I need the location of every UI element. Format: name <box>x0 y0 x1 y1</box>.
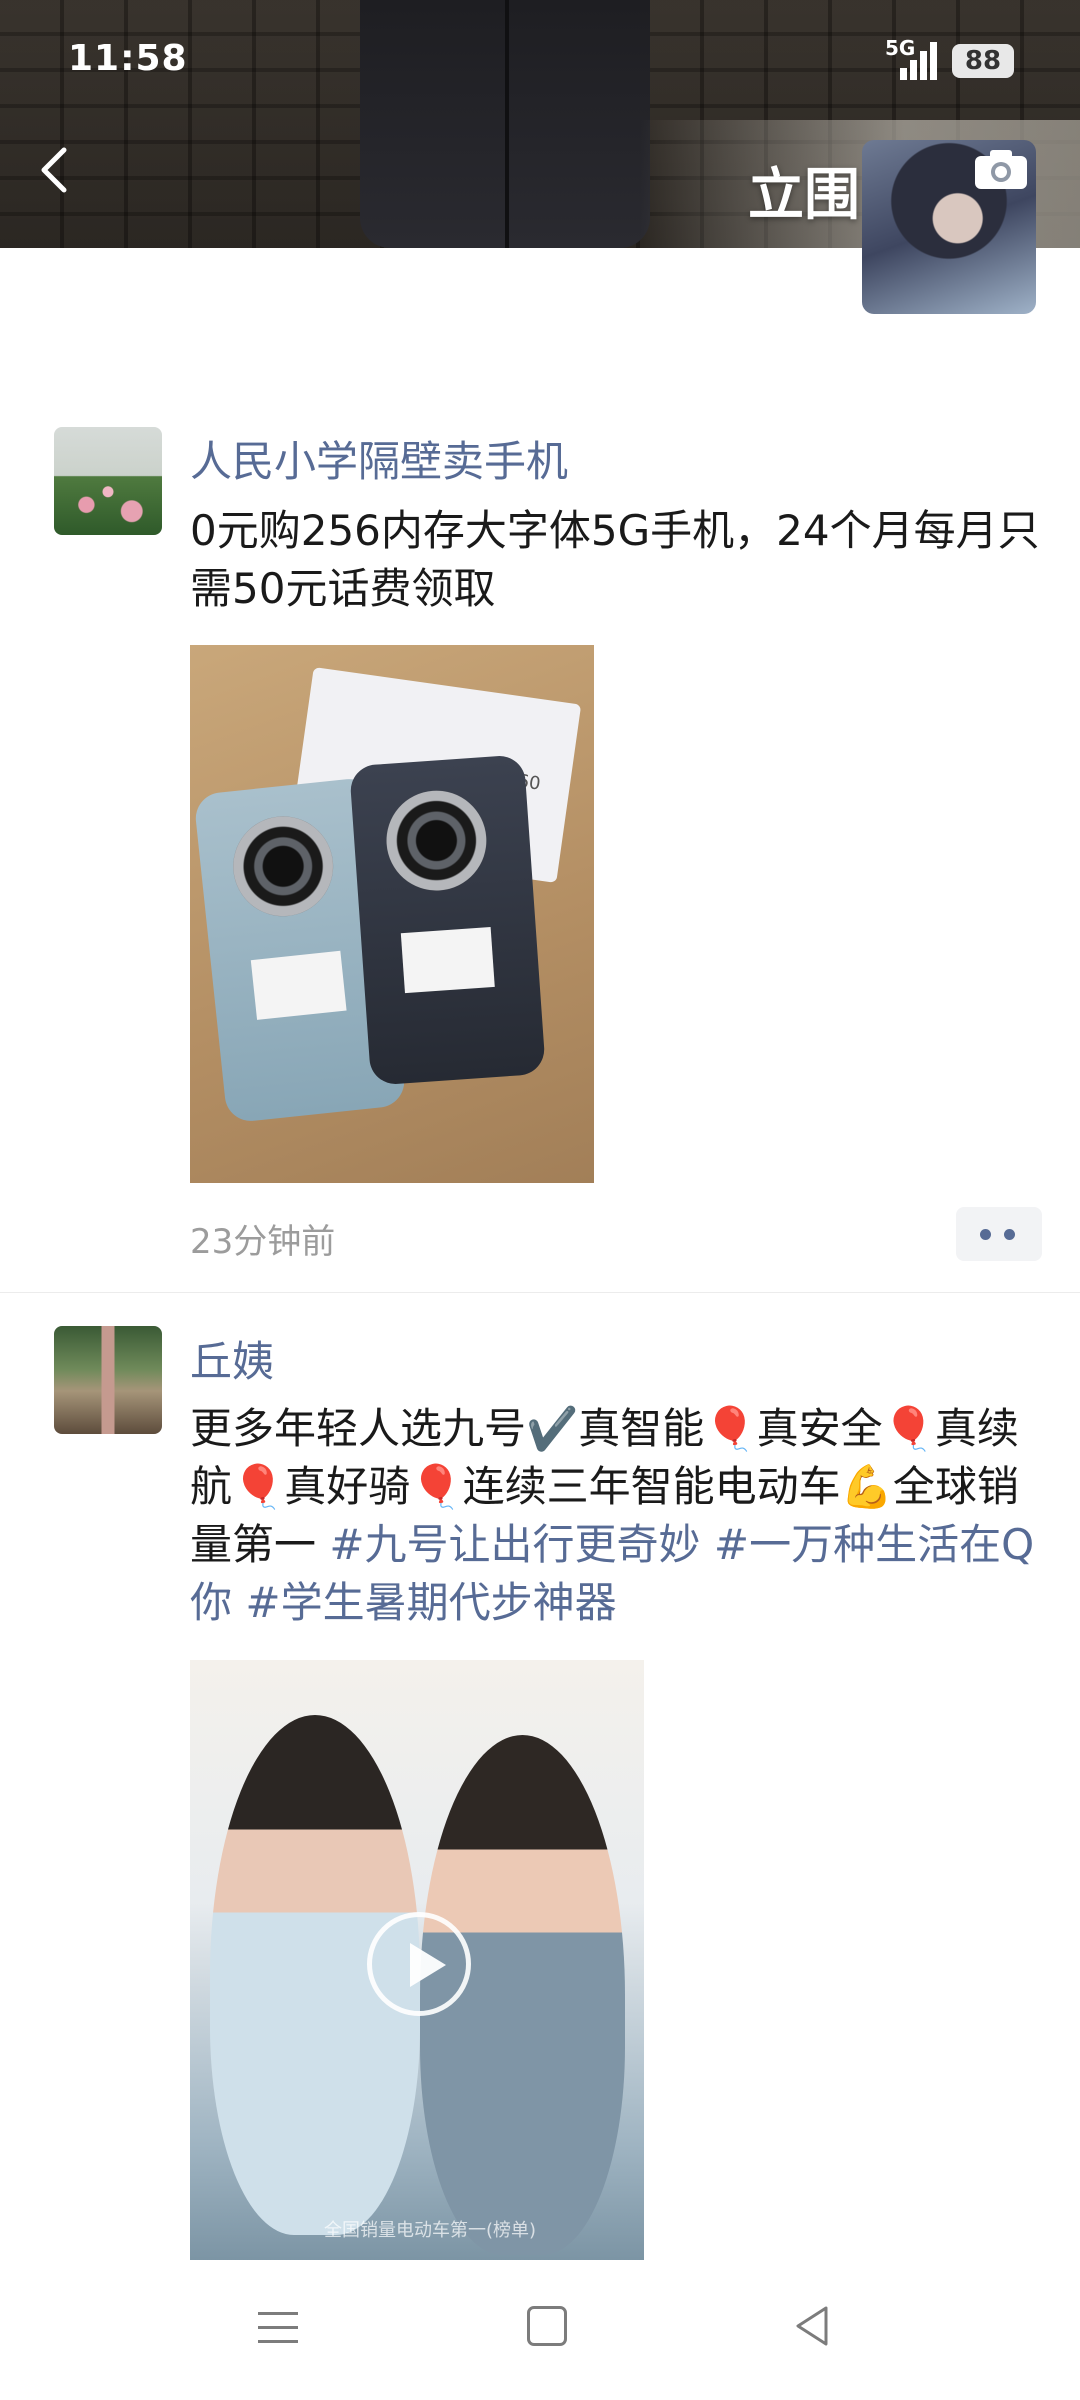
post-text: 更多年轻人选九号✔️真智能🎈真安全🎈真续航🎈真好骑🎈连续三年智能电动车💪全球销量… <box>190 1400 1040 1632</box>
post-nickname[interactable]: 丘姨 <box>190 1328 274 1389</box>
menu-icon[interactable] <box>258 2310 298 2346</box>
hashtag-link[interactable]: #学生暑期代步神器 <box>245 1578 616 1627</box>
profile-name[interactable]: 立围 <box>748 150 860 231</box>
post-time: 23分钟前 <box>190 1222 336 1262</box>
more-button[interactable] <box>956 1207 1042 1261</box>
status-bar: 11:58 5G 88 <box>0 0 1080 120</box>
play-icon[interactable] <box>367 1912 471 2016</box>
video-caption: 全国销量电动车第一(榜单) <box>323 2220 537 2241</box>
phone-dark <box>349 754 546 1086</box>
home-icon[interactable] <box>527 2306 567 2346</box>
signal-icon <box>896 40 940 80</box>
post-avatar[interactable] <box>54 1326 162 1434</box>
system-nav-bar <box>0 2260 1080 2400</box>
phone-sticker <box>250 950 347 1020</box>
back-triangle-icon[interactable] <box>792 2304 832 2348</box>
phone-camera <box>383 787 490 894</box>
post-image[interactable]: 中兴远航 60 Plus <box>190 645 594 1183</box>
hashtag-link[interactable]: #九号让出行更奇妙 <box>329 1520 700 1569</box>
post-nickname[interactable]: 人民小学隔壁卖手机 <box>190 428 568 489</box>
dot-icon <box>1004 1229 1015 1240</box>
chevron-left-icon[interactable] <box>30 140 80 200</box>
divider <box>0 1292 1080 1293</box>
camera-icon[interactable] <box>972 146 1030 192</box>
post-video[interactable]: 全国销量电动车第一(榜单) <box>190 1660 644 2266</box>
post-avatar[interactable] <box>54 427 162 535</box>
dot-icon <box>980 1229 991 1240</box>
phone-camera <box>228 811 339 922</box>
profile-avatar[interactable] <box>862 140 1036 314</box>
phone-sticker <box>400 927 495 994</box>
post-text: 0元购256内存大字体5G手机，24个月每月只需50元话费领取 <box>190 506 1040 613</box>
battery-icon: 88 <box>952 44 1014 78</box>
status-time: 11:58 <box>68 38 188 79</box>
